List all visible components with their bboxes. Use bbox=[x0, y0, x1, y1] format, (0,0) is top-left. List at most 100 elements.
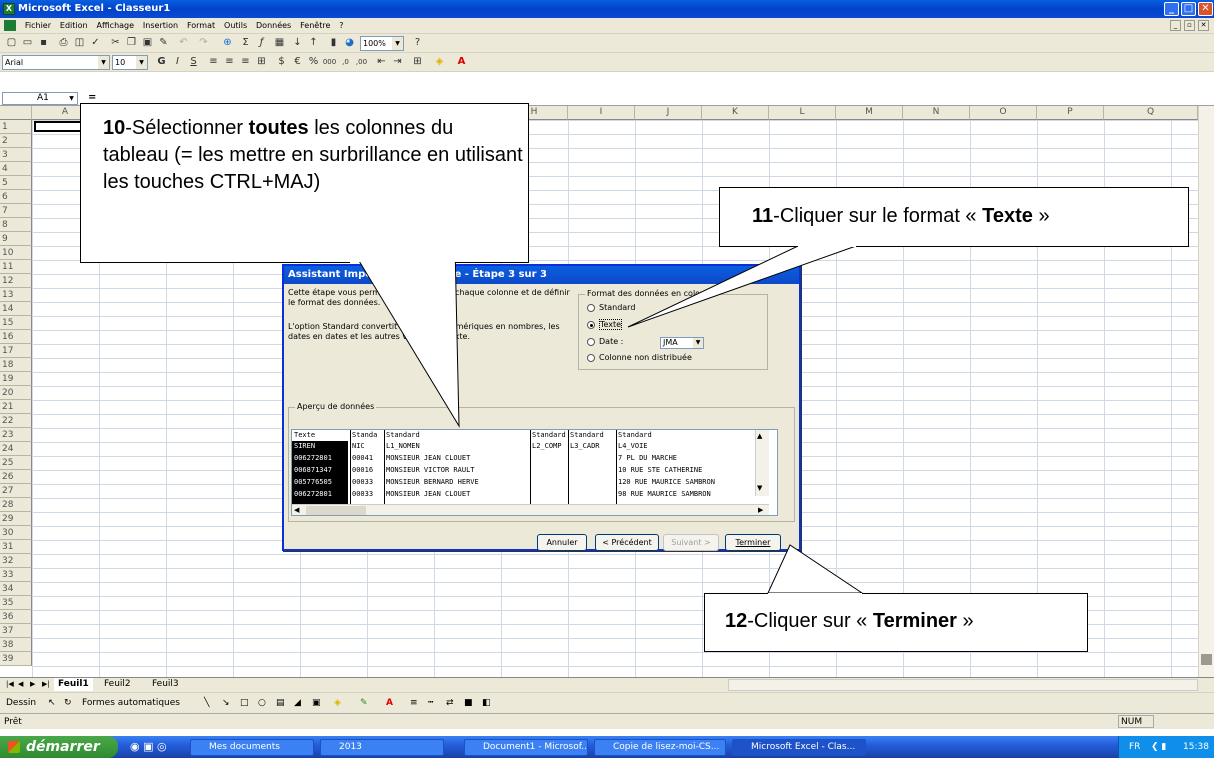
arrow-down-icon[interactable]: ▼ bbox=[757, 484, 762, 492]
close-button[interactable]: ✕ bbox=[1198, 2, 1213, 16]
maximize-button[interactable]: □ bbox=[1181, 2, 1196, 16]
row-header[interactable]: 39 bbox=[0, 652, 32, 666]
undo-icon[interactable]: ↶ bbox=[176, 36, 191, 50]
font-combo[interactable]: Arial ▼ bbox=[2, 55, 110, 70]
menu-fichier[interactable]: Fichier bbox=[22, 18, 54, 34]
arrow-icon[interactable]: ↘ bbox=[222, 693, 230, 714]
row-header[interactable]: 37 bbox=[0, 624, 32, 638]
preview-vscroll[interactable]: ▲ ▼ bbox=[755, 430, 769, 496]
formula-equals[interactable]: = bbox=[88, 92, 96, 103]
increase-decimal-icon[interactable]: ,0 bbox=[338, 55, 353, 69]
save-icon[interactable]: ▪ bbox=[36, 36, 51, 50]
column-header[interactable]: O bbox=[970, 106, 1037, 120]
taskbar-item-word-copie[interactable]: Copie de lisez-moi-CS... bbox=[594, 739, 726, 756]
row-header[interactable]: 26 bbox=[0, 470, 32, 484]
clipart-icon[interactable]: ▣ bbox=[312, 693, 321, 714]
font-color-icon[interactable]: A bbox=[386, 693, 393, 714]
map-icon[interactable]: ◕ bbox=[342, 36, 357, 50]
minimize-button[interactable]: _ bbox=[1164, 2, 1179, 16]
quick-launch-icons[interactable]: ◉ ▣ ◎ bbox=[130, 740, 167, 753]
autosum-icon[interactable]: Σ bbox=[238, 36, 253, 50]
sort-desc-icon[interactable]: ↑ bbox=[306, 36, 321, 50]
fill-color-icon[interactable]: ◈ bbox=[432, 55, 447, 69]
row-header[interactable]: 10 bbox=[0, 246, 32, 260]
row-header[interactable]: 2 bbox=[0, 134, 32, 148]
textbox-icon[interactable]: ▤ bbox=[276, 693, 285, 714]
row-header[interactable]: 15 bbox=[0, 316, 32, 330]
underline-icon[interactable]: S bbox=[186, 55, 201, 69]
row-header[interactable]: 16 bbox=[0, 330, 32, 344]
row-header[interactable]: 1 bbox=[0, 120, 32, 134]
font-size-combo[interactable]: 10 ▼ bbox=[112, 55, 148, 70]
select-all-corner[interactable] bbox=[0, 106, 32, 120]
radio-standard[interactable]: Standard bbox=[587, 303, 635, 313]
row-header[interactable]: 6 bbox=[0, 190, 32, 204]
line-style-icon[interactable]: ≡ bbox=[410, 693, 418, 714]
name-box[interactable]: A1 ▼ bbox=[2, 92, 78, 105]
row-header[interactable]: 27 bbox=[0, 484, 32, 498]
zoom-combo[interactable]: 100% ▼ bbox=[360, 36, 404, 51]
borders-icon[interactable]: ⊞ bbox=[410, 55, 425, 69]
row-header[interactable]: 17 bbox=[0, 344, 32, 358]
row-header[interactable]: 36 bbox=[0, 610, 32, 624]
menu-insertion[interactable]: Insertion bbox=[140, 18, 181, 34]
menu-outils[interactable]: Outils bbox=[221, 18, 250, 34]
row-header[interactable]: 4 bbox=[0, 162, 32, 176]
column-header[interactable]: P bbox=[1037, 106, 1104, 120]
dash-style-icon[interactable]: ┅ bbox=[428, 693, 433, 714]
row-header[interactable]: 22 bbox=[0, 414, 32, 428]
workbook-icon[interactable] bbox=[4, 20, 16, 31]
decrease-decimal-icon[interactable]: ,00 bbox=[354, 55, 369, 69]
autoshapes-menu[interactable]: Formes automatiques bbox=[82, 693, 180, 714]
doc-minimize-button[interactable]: _ bbox=[1170, 20, 1181, 31]
previous-button[interactable]: < Précédent bbox=[595, 534, 659, 551]
sort-asc-icon[interactable]: ↓ bbox=[290, 36, 305, 50]
arrow-right-icon[interactable]: ▶ bbox=[758, 506, 763, 514]
redo-icon[interactable]: ↷ bbox=[196, 36, 211, 50]
last-sheet-icon[interactable]: ▶| bbox=[38, 678, 54, 691]
menu-edition[interactable]: Edition bbox=[57, 18, 91, 34]
radio-skip-column[interactable]: Colonne non distribuée bbox=[587, 353, 692, 363]
cut-icon[interactable]: ✂ bbox=[108, 36, 123, 50]
language-indicator[interactable]: FR bbox=[1129, 736, 1140, 758]
row-header[interactable]: 32 bbox=[0, 554, 32, 568]
row-header[interactable]: 38 bbox=[0, 638, 32, 652]
menu-format[interactable]: Format bbox=[184, 18, 218, 34]
select-objects-icon[interactable]: ↖ bbox=[48, 693, 56, 714]
tab-feuil3[interactable]: Feuil3 bbox=[148, 678, 183, 691]
preview-column-header[interactable]: Standard bbox=[570, 431, 616, 440]
row-header[interactable]: 11 bbox=[0, 260, 32, 274]
line-icon[interactable]: ╲ bbox=[204, 693, 209, 714]
rotate-icon[interactable]: ↻ bbox=[64, 693, 72, 714]
menu-donnees[interactable]: Données bbox=[253, 18, 294, 34]
menu-fenetre[interactable]: Fenêtre bbox=[297, 18, 333, 34]
row-header[interactable]: 30 bbox=[0, 526, 32, 540]
thousands-icon[interactable]: 000 bbox=[322, 55, 337, 69]
preview-column-header[interactable]: Standard bbox=[386, 431, 530, 440]
column-header[interactable]: K bbox=[702, 106, 769, 120]
date-format-select[interactable]: JMA ▼ bbox=[660, 337, 704, 349]
taskbar-item-word-doc1[interactable]: Document1 - Microsof... bbox=[464, 739, 588, 756]
print-icon[interactable]: ⎙ bbox=[56, 36, 71, 50]
data-preview[interactable]: Texte Standa Standard Standard Standard Stand… bbox=[291, 429, 778, 516]
italic-icon[interactable]: I bbox=[170, 55, 185, 69]
radio-texte[interactable]: Texte bbox=[587, 319, 623, 330]
menu-help[interactable]: ? bbox=[336, 18, 346, 34]
arrow-style-icon[interactable]: ⇄ bbox=[446, 693, 454, 714]
row-header[interactable]: 35 bbox=[0, 596, 32, 610]
paste-icon[interactable]: ▣ bbox=[140, 36, 155, 50]
row-header[interactable]: 19 bbox=[0, 372, 32, 386]
doc-close-button[interactable]: ✕ bbox=[1198, 20, 1209, 31]
arrow-left-icon[interactable]: ◀ bbox=[294, 506, 299, 514]
new-icon[interactable]: ▢ bbox=[4, 36, 19, 50]
row-header[interactable]: 24 bbox=[0, 442, 32, 456]
bold-icon[interactable]: G bbox=[154, 55, 169, 69]
cancel-button[interactable]: Annuler bbox=[537, 534, 587, 551]
row-header[interactable]: 13 bbox=[0, 288, 32, 302]
rectangle-icon[interactable]: □ bbox=[240, 693, 249, 714]
preview-column-header[interactable]: Standard bbox=[532, 431, 568, 440]
vertical-scrollbar[interactable] bbox=[1198, 106, 1214, 677]
oval-icon[interactable]: ○ bbox=[258, 693, 266, 714]
preview-icon[interactable]: ◫ bbox=[72, 36, 87, 50]
row-header[interactable]: 9 bbox=[0, 232, 32, 246]
